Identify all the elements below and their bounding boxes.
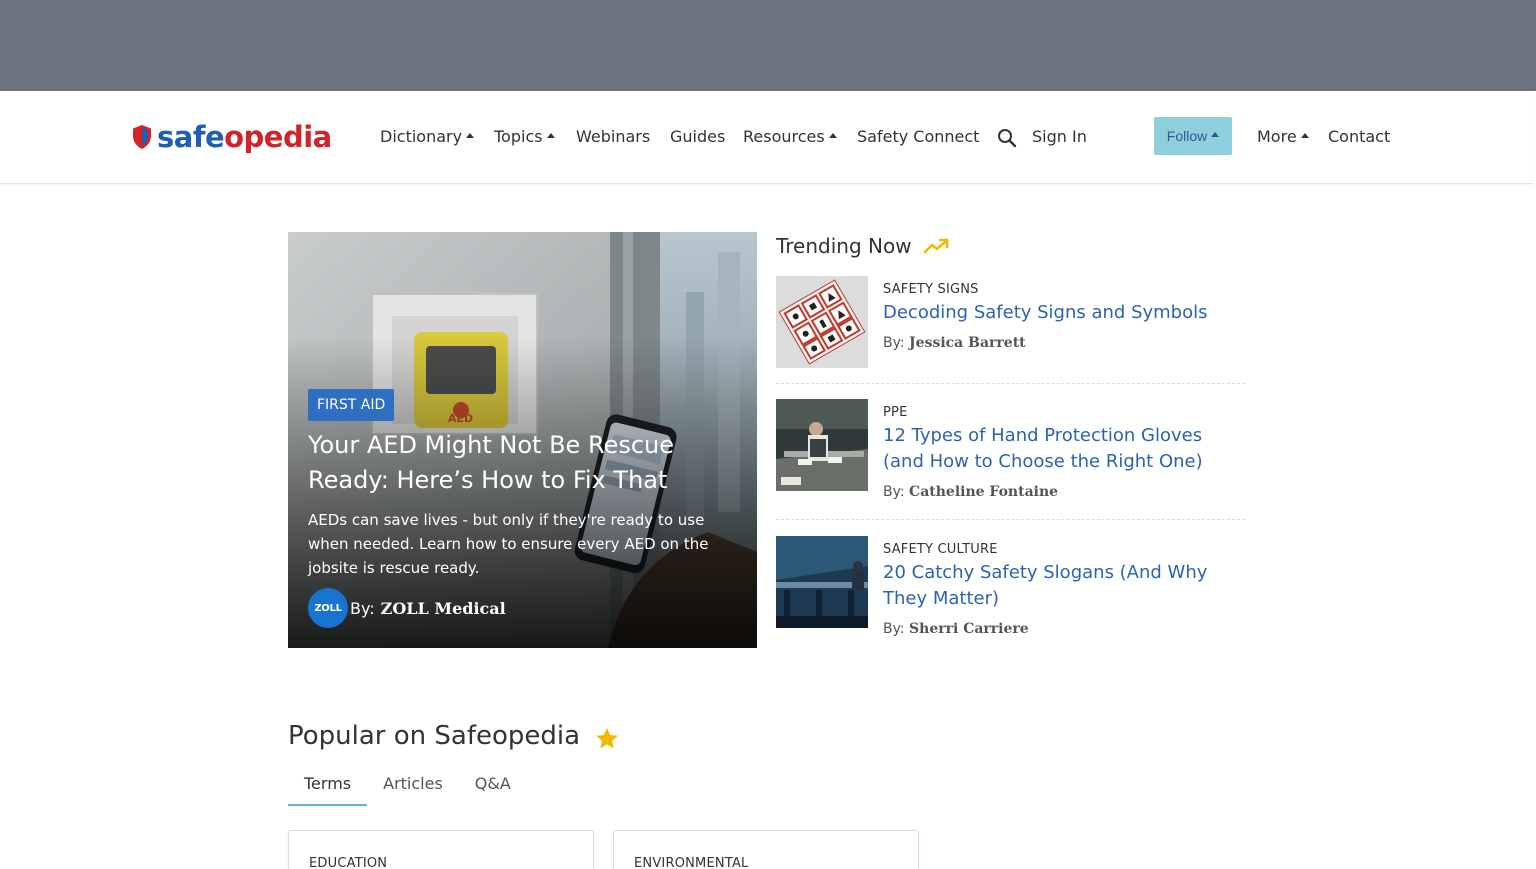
card-category[interactable]: ENVIRONMENTAL bbox=[634, 856, 748, 869]
trending-title[interactable]: 12 Types of Hand Protection Gloves (and … bbox=[883, 423, 1233, 475]
trending-category[interactable]: SAFETY CULTURE bbox=[883, 542, 998, 557]
caret-up-icon bbox=[466, 133, 475, 138]
tab-qa[interactable]: Q&A bbox=[459, 770, 527, 806]
trending-category[interactable]: PPE bbox=[883, 405, 908, 420]
caret-up-icon bbox=[828, 133, 837, 138]
caret-up-icon bbox=[1211, 131, 1220, 137]
safeopedia-logo[interactable]: safeopedia bbox=[132, 121, 332, 153]
nav-contact[interactable]: Contact bbox=[1328, 127, 1390, 147]
popular-card[interactable]: ENVIRONMENTAL bbox=[613, 830, 919, 869]
hero-title[interactable]: Your AED Might Not Be Rescue Ready: Here… bbox=[308, 428, 738, 498]
thumbnail-safety-signs[interactable] bbox=[776, 276, 868, 368]
hero-byline: ZOLL By: ZOLL Medical bbox=[308, 588, 506, 628]
byline-label: By: bbox=[350, 598, 375, 618]
follow-button[interactable]: Follow bbox=[1154, 117, 1232, 155]
ad-banner bbox=[0, 0, 1536, 91]
caret-up-icon bbox=[1300, 133, 1309, 138]
trending-byline: By: Jessica Barrett bbox=[883, 335, 1026, 351]
popular-heading: Popular on Safeopedia bbox=[288, 721, 620, 751]
thumbnail-gloves[interactable] bbox=[776, 399, 868, 491]
trending-up-icon bbox=[923, 238, 948, 254]
trending-byline: By: Catheline Fontaine bbox=[883, 484, 1059, 500]
shield-logo-icon bbox=[133, 125, 151, 149]
trending-byline: By: Sherri Carriere bbox=[883, 621, 1029, 637]
nav-sign-in[interactable]: Sign In bbox=[1032, 127, 1087, 147]
popular-card[interactable]: EDUCATION bbox=[288, 830, 594, 869]
trending-title[interactable]: 20 Catchy Safety Slogans (And Why They M… bbox=[883, 560, 1233, 612]
divider bbox=[776, 519, 1245, 520]
nav-resources[interactable]: Resources bbox=[743, 127, 837, 147]
logo-wordmark: safeopedia bbox=[157, 119, 332, 154]
nav-topics[interactable]: Topics bbox=[494, 127, 555, 147]
divider bbox=[776, 383, 1245, 384]
nav-more[interactable]: More bbox=[1257, 127, 1309, 147]
trending-heading: Trending Now bbox=[776, 234, 950, 258]
tab-articles[interactable]: Articles bbox=[367, 770, 459, 806]
hero-category-badge[interactable]: FIRST AID bbox=[308, 389, 395, 421]
trending-category[interactable]: SAFETY SIGNS bbox=[883, 282, 979, 297]
nav-webinars[interactable]: Webinars bbox=[576, 127, 650, 147]
nav-guides[interactable]: Guides bbox=[670, 127, 725, 147]
trending-item[interactable]: SAFETY CULTURE 20 Catchy Safety Slogans … bbox=[776, 536, 1245, 637]
trending-title[interactable]: Decoding Safety Signs and Symbols bbox=[883, 300, 1233, 326]
thumbnail-safety-culture[interactable] bbox=[776, 536, 868, 628]
featured-article-card[interactable]: AED FIRST AID Your AED Might Not Be Resc… bbox=[288, 232, 757, 648]
star-icon bbox=[596, 727, 618, 749]
search-icon[interactable] bbox=[997, 128, 1017, 148]
nav-safety-connect[interactable]: Safety Connect bbox=[857, 127, 979, 147]
tab-terms[interactable]: Terms bbox=[288, 770, 368, 806]
popular-tabs: Terms Articles Q&A bbox=[288, 770, 527, 806]
card-category[interactable]: EDUCATION bbox=[309, 856, 387, 869]
nav-dictionary[interactable]: Dictionary bbox=[380, 127, 475, 147]
trending-item[interactable]: SAFETY SIGNS Decoding Safety Signs and S… bbox=[776, 276, 1245, 368]
hero-description: AEDs can save lives - but only if they'r… bbox=[308, 511, 709, 577]
hero-author[interactable]: ZOLL Medical bbox=[381, 599, 506, 618]
author-avatar: ZOLL bbox=[308, 588, 348, 628]
trending-item[interactable]: PPE 12 Types of Hand Protection Gloves (… bbox=[776, 399, 1245, 500]
caret-up-icon bbox=[546, 133, 555, 138]
